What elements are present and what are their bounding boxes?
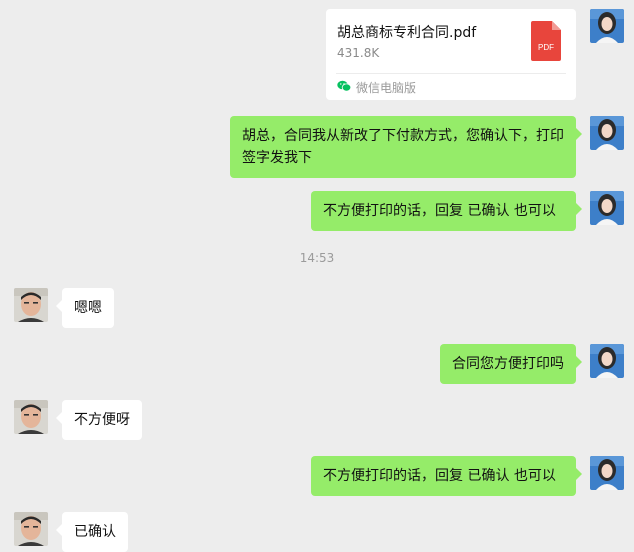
file-message-card[interactable]: 胡总商标专利合同.pdf 431.8K PDF 微信电脑版 bbox=[326, 9, 576, 100]
my-avatar[interactable] bbox=[590, 456, 624, 490]
message-bubble[interactable]: 合同您方便打印吗 bbox=[440, 344, 582, 384]
contact-avatar[interactable] bbox=[14, 512, 48, 546]
message-bubble[interactable]: 不方便呀 bbox=[56, 400, 142, 440]
message-bubble[interactable]: 胡总，合同我从新改了下付款方式，您确认下，打印签字发我下 bbox=[230, 116, 582, 178]
contact-avatar[interactable] bbox=[14, 400, 48, 434]
message-timestamp: 14:53 bbox=[299, 251, 335, 265]
pdf-file-icon: PDF bbox=[531, 21, 561, 61]
file-card-divider bbox=[336, 73, 566, 74]
chat-window: 胡总商标专利合同.pdf 431.8K PDF 微信电脑版 胡总，合同我从新改了… bbox=[0, 0, 634, 552]
file-source-label: 微信电脑版 bbox=[356, 81, 417, 95]
pdf-icon-label: PDF bbox=[538, 43, 554, 52]
my-avatar[interactable] bbox=[590, 344, 624, 378]
message-bubble[interactable]: 嗯嗯 bbox=[56, 288, 114, 328]
message-bubble[interactable]: 不方便打印的话，回复 已确认 也可以 bbox=[311, 191, 582, 231]
message-bubble[interactable]: 已确认 bbox=[56, 512, 128, 552]
wechat-icon bbox=[337, 80, 352, 95]
contact-avatar[interactable] bbox=[14, 288, 48, 322]
my-avatar[interactable] bbox=[590, 116, 624, 150]
message-bubble[interactable]: 不方便打印的话，回复 已确认 也可以 bbox=[311, 456, 582, 496]
my-avatar[interactable] bbox=[590, 191, 624, 225]
file-name: 胡总商标专利合同.pdf bbox=[337, 25, 477, 41]
file-size: 431.8K bbox=[337, 46, 380, 60]
my-avatar[interactable] bbox=[590, 9, 624, 43]
file-source: 微信电脑版 bbox=[337, 79, 416, 96]
